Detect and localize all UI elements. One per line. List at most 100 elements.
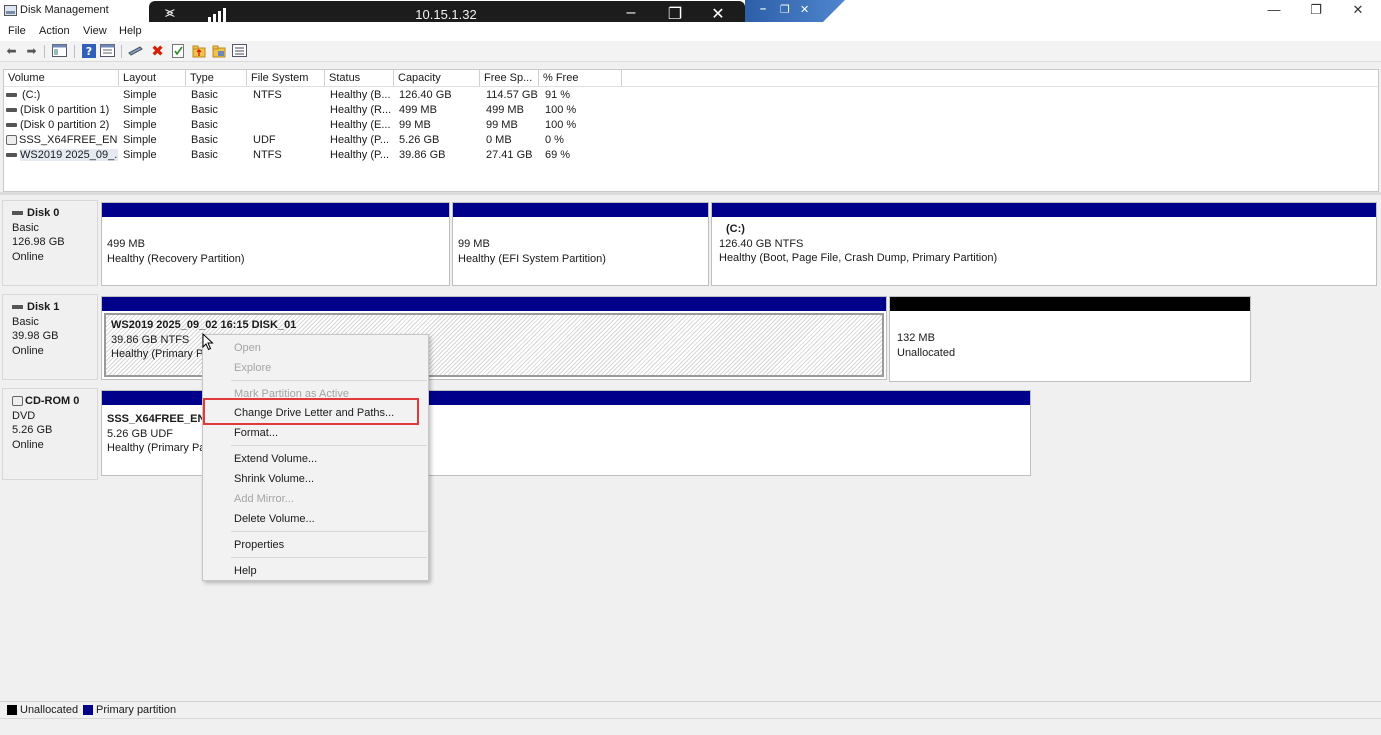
connect-drive-icon[interactable] (128, 44, 143, 59)
menu-separator (231, 531, 427, 532)
menu-separator (231, 557, 427, 558)
volume-icon (6, 123, 17, 128)
help-icon[interactable]: ? (81, 44, 96, 59)
menu-bar: File Action View Help (0, 22, 1381, 41)
signal-strength-icon[interactable] (208, 8, 228, 22)
show-hide-console-tree-icon[interactable] (52, 44, 67, 59)
volume-free-space: 499 MB (486, 104, 524, 116)
volume-row[interactable]: (Disk 0 partition 2) Simple Basic Health… (4, 118, 1378, 133)
volume-row[interactable]: SSS_X64FREE_EN-... Simple Basic UDF Heal… (4, 133, 1378, 148)
remote-restore-button[interactable]: ❐ (660, 4, 690, 24)
column-header-type[interactable]: Type (186, 70, 247, 86)
disk-0-label[interactable]: Disk 0 Basic 126.98 GB Online (2, 200, 98, 286)
column-header-capacity[interactable]: Capacity (394, 70, 480, 86)
volume-percent-free: 69 % (545, 149, 571, 161)
menu-help[interactable]: Help (119, 25, 142, 37)
volume-row[interactable]: (Disk 0 partition 1) Simple Basic Health… (4, 103, 1378, 118)
volume-icon (6, 108, 17, 113)
volume-type: Basic (191, 134, 218, 146)
volume-status: Healthy (P... (330, 134, 390, 146)
volume-name: (Disk 0 partition 2) (20, 119, 110, 131)
remote-host-address: 10.15.1.32 (415, 7, 477, 22)
volume-type: Basic (191, 149, 218, 161)
cd-drive-icon (12, 396, 23, 407)
volume-free-space: 99 MB (486, 119, 518, 131)
pin-icon[interactable]: ⪤ (165, 4, 175, 21)
legend-unallocated: Unallocated (20, 704, 79, 716)
folder-open-icon[interactable] (211, 44, 226, 59)
check-disk-icon[interactable] (171, 44, 186, 59)
disk-name: Disk 1 (27, 301, 60, 313)
mouse-cursor-icon (202, 332, 214, 351)
partition-size: 132 MB (897, 332, 935, 344)
column-header-layout[interactable]: Layout (119, 70, 186, 86)
menu-item-help[interactable]: Help (234, 562, 257, 580)
remote-window-restore-button[interactable]: ❐ (780, 3, 790, 16)
primary-partition-bar (102, 203, 449, 217)
menu-item-explore[interactable]: Explore (234, 359, 271, 377)
disk-size: 5.26 GB (12, 424, 53, 436)
column-header-free-space[interactable]: Free Sp... (480, 70, 539, 86)
partition-c-drive[interactable]: (C:) 126.40 GB NTFS Healthy (Boot, Page … (711, 202, 1377, 286)
unallocated-swatch (7, 705, 17, 715)
partition-efi[interactable]: 99 MB Healthy (EFI System Partition) (452, 202, 709, 286)
primary-partition-swatch (83, 705, 93, 715)
maximize-button[interactable]: ❐ (1295, 0, 1337, 22)
remote-minimize-button[interactable]: – (616, 4, 646, 22)
unallocated-bar (890, 297, 1250, 311)
menu-item-properties[interactable]: Properties (234, 536, 284, 554)
volume-percent-free: 0 % (545, 134, 564, 146)
close-button[interactable]: ✕ (1337, 0, 1379, 22)
partition-status: Healthy (EFI System Partition) (458, 252, 606, 265)
remote-close-button[interactable]: ✕ (703, 4, 733, 24)
volume-file-system: NTFS (253, 149, 282, 161)
column-header-status[interactable]: Status (325, 70, 394, 86)
pane-splitter[interactable] (0, 192, 1381, 195)
menu-item-extend-volume[interactable]: Extend Volume... (234, 450, 317, 468)
menu-item-delete-volume[interactable]: Delete Volume... (234, 510, 315, 528)
forward-arrow-icon[interactable]: ➡ (24, 44, 39, 59)
menu-item-add-mirror[interactable]: Add Mirror... (234, 490, 294, 508)
volume-row[interactable]: WS2019 2025_09_... Simple Basic NTFS Hea… (4, 148, 1378, 163)
folder-up-icon[interactable] (191, 44, 206, 59)
volume-list[interactable]: Volume Layout Type File System Status Ca… (3, 69, 1379, 192)
primary-partition-bar (712, 203, 1376, 217)
partition-size: 499 MB (107, 238, 145, 250)
column-header-percent-free[interactable]: % Free (539, 70, 622, 86)
list-view-icon[interactable] (232, 44, 247, 59)
delete-icon[interactable]: ✖ (150, 44, 165, 59)
unallocated-space[interactable]: 132 MB Unallocated (889, 296, 1251, 382)
column-header-file-system[interactable]: File System (247, 70, 325, 86)
remote-window-minimize-button[interactable]: – (760, 3, 766, 15)
disk-management-icon (4, 5, 17, 16)
hard-disk-icon (12, 305, 23, 310)
back-arrow-icon[interactable]: ⬅ (4, 44, 19, 59)
volume-capacity: 499 MB (399, 104, 437, 116)
partition-recovery[interactable]: 499 MB Healthy (Recovery Partition) (101, 202, 450, 286)
volume-status: Healthy (P... (330, 149, 390, 161)
menu-item-shrink-volume[interactable]: Shrink Volume... (234, 470, 314, 488)
svg-text:?: ? (85, 45, 91, 58)
menu-file[interactable]: File (8, 25, 26, 37)
volume-layout: Simple (123, 89, 157, 101)
menu-view[interactable]: View (83, 25, 107, 37)
primary-partition-bar (453, 203, 708, 217)
menu-item-format[interactable]: Format... (234, 424, 278, 442)
cdrom-0-label[interactable]: CD-ROM 0 DVD 5.26 GB Online (2, 388, 98, 480)
volume-free-space: 0 MB (486, 134, 512, 146)
legend-primary-partition: Primary partition (96, 704, 177, 716)
volume-status: Healthy (E... (330, 119, 391, 131)
column-header-volume[interactable]: Volume (4, 70, 119, 86)
volume-free-space: 27.41 GB (486, 149, 533, 161)
volume-row[interactable]: (C:) Simple Basic NTFS Healthy (B... 126… (4, 88, 1378, 103)
menu-action[interactable]: Action (39, 25, 70, 37)
volume-icon (6, 93, 17, 98)
minimize-button[interactable]: — (1253, 0, 1295, 22)
volume-status: Healthy (B... (330, 89, 391, 101)
disk-type: Basic (12, 315, 39, 328)
properties-icon[interactable] (100, 44, 115, 59)
menu-separator (231, 380, 427, 381)
remote-window-close-button[interactable]: ✕ (800, 3, 809, 16)
disk-1-label[interactable]: Disk 1 Basic 39.98 GB Online (2, 294, 98, 380)
menu-item-open[interactable]: Open (234, 339, 261, 357)
